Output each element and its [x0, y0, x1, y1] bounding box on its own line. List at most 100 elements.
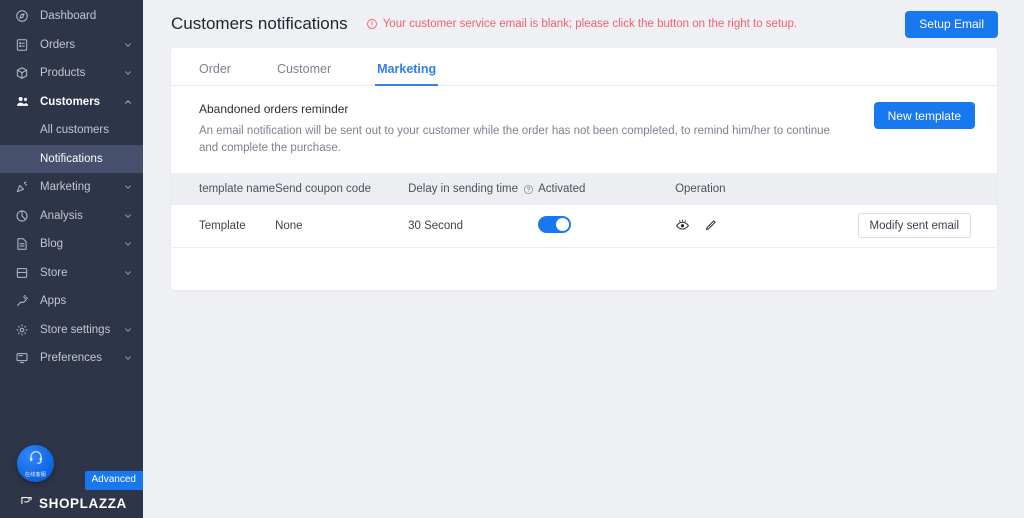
sidebar-item-marketing[interactable]: Marketing — [0, 173, 143, 202]
box-icon — [14, 65, 30, 81]
chevron-down-icon — [123, 325, 133, 335]
table-body: Template None 30 Second — [171, 205, 997, 247]
store-icon — [14, 265, 30, 281]
gear-icon — [14, 322, 30, 338]
cell-activated — [538, 205, 675, 247]
pie-chart-icon — [14, 208, 30, 224]
headset-icon — [28, 449, 44, 470]
page-title: Customers notifications — [171, 14, 348, 34]
email-warning-banner: Your customer service email is blank; pl… — [366, 18, 797, 30]
column-template-name: template name — [171, 173, 275, 205]
tab-order[interactable]: Order — [199, 62, 231, 85]
document-icon — [14, 236, 30, 252]
sidebar-item-label: Store — [40, 267, 123, 279]
sidebar-subitem-label: Notifications — [40, 153, 103, 165]
sidebar-item-orders[interactable]: Orders — [0, 31, 143, 60]
sidebar-item-label: Blog — [40, 238, 123, 250]
sidebar-item-products[interactable]: Products — [0, 59, 143, 88]
page-header: Customers notifications Your customer se… — [143, 0, 1024, 48]
compass-icon — [14, 8, 30, 24]
sidebar-item-blog[interactable]: Blog — [0, 230, 143, 259]
sidebar-item-apps[interactable]: Apps — [0, 287, 143, 316]
sidebar-nav: Dashboard Orders Pr — [0, 0, 143, 373]
shoplazza-mark-icon — [20, 494, 33, 512]
column-label: template name — [199, 183, 275, 195]
pencil-icon[interactable] — [703, 218, 718, 233]
customer-service-label: 在线客服 — [25, 471, 47, 478]
card-footer — [171, 248, 997, 290]
table-header-row: template name Send coupon code Delay in … — [171, 173, 997, 205]
modify-sent-email-button[interactable]: Modify sent email — [858, 213, 971, 238]
chevron-down-icon — [123, 211, 133, 221]
sidebar-item-notifications[interactable]: Notifications — [0, 145, 143, 174]
new-template-button[interactable]: New template — [874, 102, 975, 129]
email-warning-text: Your customer service email is blank; pl… — [383, 18, 797, 30]
toggle-knob — [556, 218, 569, 231]
section-description: Abandoned orders reminder An email notif… — [171, 86, 997, 173]
chevron-down-icon — [123, 182, 133, 192]
cell-template-name: Template — [171, 205, 275, 247]
tab-customer[interactable]: Customer — [277, 62, 331, 85]
operation-icon-group — [675, 218, 850, 233]
column-activated: Activated — [538, 173, 675, 205]
sidebar-item-label: Preferences — [40, 352, 123, 364]
tab-marketing[interactable]: Marketing — [377, 62, 436, 85]
chevron-down-icon — [123, 239, 133, 249]
column-delay-in-sending-time: Delay in sending time — [408, 173, 538, 205]
plug-icon — [14, 293, 30, 309]
cell-send-coupon-code: None — [275, 205, 408, 247]
column-operation: Operation — [675, 173, 850, 205]
column-label: Delay in sending time — [408, 183, 518, 195]
brand-bar: SHOPLAZZA — [0, 488, 143, 518]
sidebar-item-label: Orders — [40, 39, 123, 51]
setup-email-button[interactable]: Setup Email — [905, 11, 998, 38]
chevron-down-icon — [123, 68, 133, 78]
cell-operation — [675, 205, 850, 247]
column-label: Send coupon code — [275, 183, 371, 195]
sidebar-item-store[interactable]: Store — [0, 259, 143, 288]
brand-name: SHOPLAZZA — [39, 496, 127, 511]
list-icon — [14, 37, 30, 53]
sidebar-item-label: Store settings — [40, 324, 123, 336]
column-send-coupon-code: Send coupon code — [275, 173, 408, 205]
notification-tabs: Order Customer Marketing — [171, 48, 997, 86]
sidebar-item-dashboard[interactable]: Dashboard — [0, 2, 143, 31]
sidebar: Dashboard Orders Pr — [0, 0, 143, 518]
notifications-card: Order Customer Marketing Abandoned order… — [171, 48, 997, 290]
chevron-down-icon — [123, 353, 133, 363]
table-head: template name Send coupon code Delay in … — [171, 173, 997, 205]
sidebar-item-store-settings[interactable]: Store settings — [0, 316, 143, 345]
app-root: Dashboard Orders Pr — [0, 0, 1024, 518]
eye-icon[interactable] — [675, 218, 690, 233]
section-text: Abandoned orders reminder An email notif… — [199, 102, 874, 157]
column-actions — [850, 173, 997, 205]
templates-table: template name Send coupon code Delay in … — [171, 173, 997, 248]
sidebar-item-customers[interactable]: Customers — [0, 88, 143, 117]
sidebar-subitem-label: All customers — [40, 124, 109, 136]
sidebar-item-label: Apps — [40, 295, 133, 307]
sidebar-item-all-customers[interactable]: All customers — [0, 116, 143, 145]
table-row: Template None 30 Second — [171, 205, 997, 247]
sidebar-item-label: Products — [40, 67, 123, 79]
sidebar-item-label: Customers — [40, 96, 123, 108]
cell-actions: Modify sent email — [850, 205, 997, 247]
exclamation-circle-icon — [366, 18, 378, 30]
question-circle-icon[interactable] — [523, 184, 534, 195]
sidebar-item-label: Marketing — [40, 181, 123, 193]
column-label: Activated — [538, 183, 585, 195]
sidebar-item-label: Dashboard — [40, 10, 133, 22]
customer-service-button[interactable]: 在线客服 — [17, 445, 54, 482]
sidebar-item-analysis[interactable]: Analysis — [0, 202, 143, 231]
section-title: Abandoned orders reminder — [199, 102, 852, 116]
chevron-up-icon — [123, 97, 133, 107]
monitor-icon — [14, 350, 30, 366]
sidebar-item-preferences[interactable]: Preferences — [0, 344, 143, 373]
chevron-down-icon — [123, 40, 133, 50]
megaphone-icon — [14, 179, 30, 195]
column-label: Operation — [675, 183, 726, 195]
users-icon — [14, 94, 30, 110]
section-body: An email notification will be sent out t… — [199, 123, 852, 157]
sidebar-item-label: Analysis — [40, 210, 123, 222]
cell-delay-in-sending-time: 30 Second — [408, 205, 538, 247]
activated-toggle[interactable] — [538, 216, 571, 233]
